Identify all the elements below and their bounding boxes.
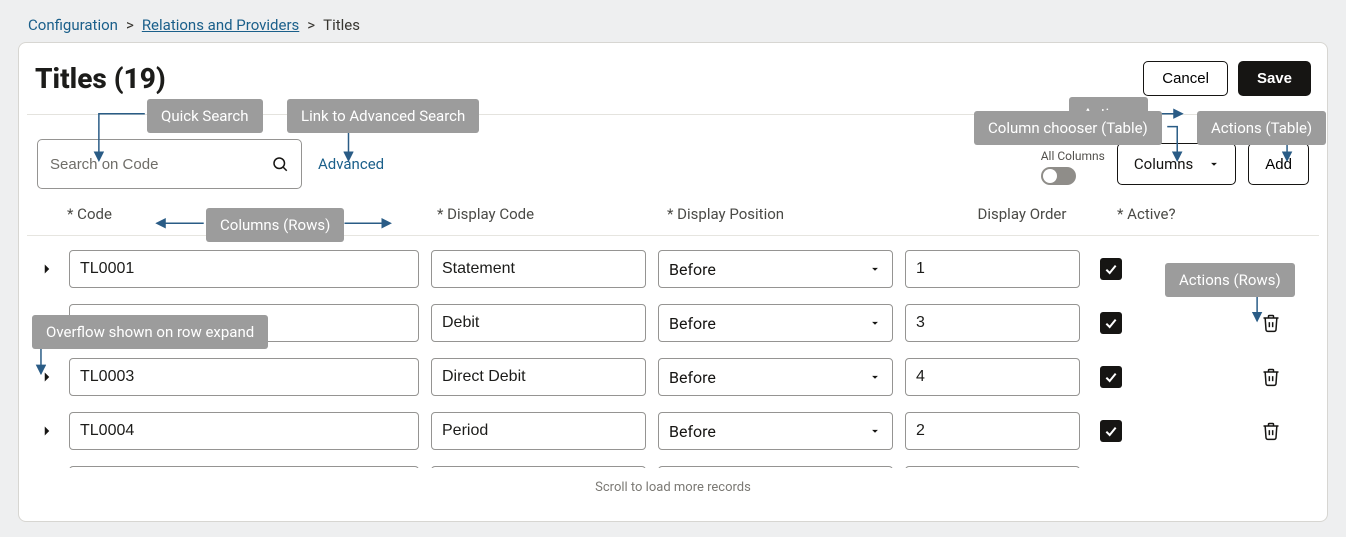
code-input[interactable] <box>69 304 419 342</box>
main-panel: Titles (19) Cancel Save Advanced All Col… <box>18 42 1328 522</box>
display-order-input[interactable] <box>905 304 1080 342</box>
table-row: Before <box>37 466 1309 468</box>
col-header-display-code: * Display Code <box>437 205 667 223</box>
display-code-input[interactable] <box>431 304 646 342</box>
table-row: Before <box>37 304 1309 342</box>
toolbar-left: Advanced <box>37 139 384 189</box>
col-header-active: * Active? <box>1117 205 1217 223</box>
table-row: Before <box>37 250 1309 288</box>
display-position-select[interactable]: Before <box>658 304 893 342</box>
display-order-input[interactable] <box>905 466 1080 468</box>
toolbar: Advanced All Columns Columns Add <box>27 139 1319 205</box>
delete-row-button[interactable] <box>1261 367 1281 387</box>
search-input[interactable] <box>50 156 271 173</box>
columns-chooser-label: Columns <box>1134 155 1193 173</box>
table-body: Before Before Before Before Before <box>27 250 1319 468</box>
col-header-code: * Code <box>67 205 437 223</box>
chevron-down-icon <box>1207 157 1221 171</box>
display-code-input[interactable] <box>431 466 646 468</box>
table-area: * Code * Display Code * Display Position… <box>27 205 1319 505</box>
breadcrumb-current: Titles <box>323 16 360 34</box>
add-button[interactable]: Add <box>1248 143 1309 185</box>
breadcrumb-level1[interactable]: Configuration <box>28 16 118 34</box>
breadcrumb: Configuration > Relations and Providers … <box>0 0 1346 42</box>
delete-row-button[interactable] <box>1261 421 1281 441</box>
breadcrumb-sep: > <box>126 16 134 34</box>
active-checkbox[interactable] <box>1100 366 1122 388</box>
columns-chooser-button[interactable]: Columns <box>1117 143 1236 185</box>
all-columns-label: All Columns <box>1041 149 1105 163</box>
code-input[interactable] <box>69 358 419 396</box>
all-columns-toggle[interactable] <box>1041 167 1076 185</box>
panel-header: Titles (19) Cancel Save <box>27 57 1319 115</box>
col-header-display-order: Display Order <box>927 205 1117 223</box>
display-order-input[interactable] <box>905 250 1080 288</box>
delete-row-button[interactable] <box>1261 313 1281 333</box>
display-position-select[interactable]: Before <box>658 250 893 288</box>
header-actions: Cancel Save <box>1143 61 1311 96</box>
active-checkbox[interactable] <box>1100 312 1122 334</box>
display-code-input[interactable] <box>431 412 646 450</box>
search-wrapper <box>37 139 302 189</box>
search-icon[interactable] <box>271 155 289 173</box>
table-header-row: * Code * Display Code * Display Position… <box>27 205 1319 236</box>
table-row: Before <box>37 412 1309 450</box>
save-button[interactable]: Save <box>1238 61 1311 96</box>
code-input[interactable] <box>69 412 419 450</box>
scroll-message: Scroll to load more records <box>27 468 1319 505</box>
col-header-display-position: * Display Position <box>667 205 927 223</box>
expand-row-toggle[interactable] <box>37 259 57 279</box>
breadcrumb-level2[interactable]: Relations and Providers <box>142 16 299 34</box>
cancel-button[interactable]: Cancel <box>1143 61 1228 96</box>
display-position-select[interactable]: Before <box>658 412 893 450</box>
advanced-search-link[interactable]: Advanced <box>318 155 384 173</box>
table-row: Before <box>37 358 1309 396</box>
page-title: Titles (19) <box>35 62 166 95</box>
display-position-select[interactable]: Before <box>658 358 893 396</box>
expand-row-toggle[interactable] <box>37 421 57 441</box>
toolbar-right: All Columns Columns Add <box>1041 143 1309 185</box>
display-position-select[interactable]: Before <box>658 466 893 468</box>
code-input[interactable] <box>69 250 419 288</box>
code-input[interactable] <box>69 466 419 468</box>
expand-row-toggle[interactable] <box>37 367 57 387</box>
breadcrumb-sep: > <box>307 16 315 34</box>
display-code-input[interactable] <box>431 250 646 288</box>
display-order-input[interactable] <box>905 358 1080 396</box>
active-checkbox[interactable] <box>1100 420 1122 442</box>
toggle-knob <box>1043 169 1057 183</box>
display-code-input[interactable] <box>431 358 646 396</box>
display-order-input[interactable] <box>905 412 1080 450</box>
all-columns-block: All Columns <box>1041 149 1105 185</box>
active-checkbox[interactable] <box>1100 258 1122 280</box>
